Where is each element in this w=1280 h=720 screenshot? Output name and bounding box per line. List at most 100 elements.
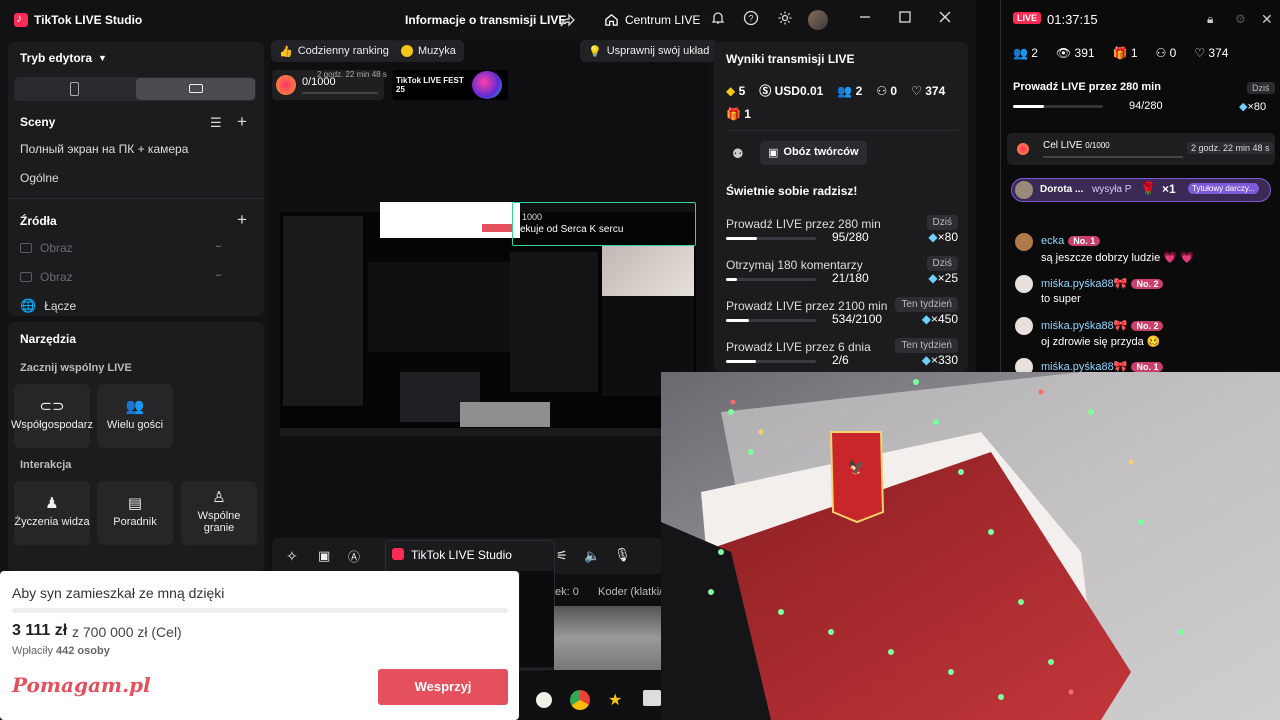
scene-item-1[interactable]: Полный экран на ПК + камера (20, 142, 188, 156)
speaker-icon[interactable]: 🔈 (584, 548, 600, 564)
usd-stat: Ⓢ USD0.01 (759, 84, 824, 98)
settings-gear-icon[interactable]: ⚙ (1235, 12, 1246, 26)
live-goal-card[interactable]: Cel LIVE 0/1000 2 godz. 22 min 48 s (1007, 133, 1275, 165)
landscape-icon (189, 84, 203, 93)
live-goal-widget[interactable]: 2 godz. 22 min 48 s 0/1000 (272, 70, 387, 100)
co-play-label: Wspólne granie (197, 510, 241, 534)
avatar (1015, 358, 1033, 372)
task-item[interactable]: Prowadź LIVE przez 2100 min Ten tydzień … (726, 297, 958, 326)
scene-item-2[interactable]: Ogólne (20, 171, 59, 185)
screen-capture-preview: ekuje od Serca K sercu 1000 (280, 202, 696, 436)
goal-progress-bar (302, 92, 378, 94)
divider (8, 198, 264, 199)
chat-user: miśka.pyśka88🎀 No. 2 (1041, 277, 1164, 290)
ai-icon[interactable]: Ⓐ (348, 548, 360, 565)
magic-icon[interactable]: ✧ (286, 548, 298, 565)
centrum-live-button[interactable]: Centrum LIVE (604, 12, 700, 27)
chat-user: miśka.pyśka88🎀 No. 1 (1041, 360, 1164, 372)
maximize-icon[interactable] (895, 10, 915, 30)
task-item[interactable]: Prowadź LIVE przez 6 dnia Ten tydzień 2/… (726, 338, 958, 367)
chat-message[interactable]: miśka.pyśka88🎀 No. 1 (1015, 358, 1275, 372)
chrome-icon[interactable] (570, 690, 590, 710)
chat-message[interactable]: ecka No. 1 są jeszcze dobrzy ludzie 💗 💗 (1015, 233, 1275, 267)
heart-icon (1017, 143, 1029, 155)
microphone-icon[interactable]: 🎙 (614, 547, 631, 563)
dollar-icon: Ⓢ (759, 84, 772, 98)
task-reward: ◆×80 (928, 230, 958, 244)
source-item-link[interactable]: 🌐 Łącze (20, 298, 76, 314)
donation-title: Aby syn zamieszkał ze mną dzięki (12, 585, 225, 601)
diamond-icon: ◆ (726, 83, 736, 98)
heart-icon (276, 75, 296, 95)
mixer-icon[interactable]: ⚟ (556, 548, 568, 564)
chat-message[interactable]: miśka.pyśka88🎀 No. 2 oj zdrowie się przyd… (1015, 317, 1275, 351)
guide-label: Poradnik (113, 516, 157, 528)
minimize-icon[interactable] (855, 10, 875, 30)
results-header: Wyniki transmisji LIVE (726, 52, 855, 66)
creators-camp-label: Obóz twórców (783, 146, 859, 158)
guide-button[interactable]: ▤ Poradnik (97, 481, 173, 545)
add-scene-icon[interactable]: + (237, 112, 247, 132)
stats-dropped: tek: 0 (552, 586, 579, 598)
camera-feed: 🦅 (661, 372, 1280, 720)
landscape-option[interactable] (136, 78, 255, 100)
donation-progress-bar (12, 608, 508, 613)
portrait-icon[interactable] (70, 82, 79, 96)
gift-banner[interactable]: Dorota ... wysyła P 🌹 ×1 Tytułowy darczy… (1011, 178, 1271, 202)
source-item-image-2[interactable]: Obraz (20, 270, 73, 284)
live-fest-banner[interactable]: TikTok LIVE FEST 25 (392, 70, 508, 100)
task-item[interactable]: Prowadź LIVE przez 280 min Dziś 95/280 ◆… (726, 215, 958, 244)
list-view-icon[interactable]: ☰ (210, 115, 222, 131)
source-item-image-1[interactable]: Obraz (20, 241, 73, 255)
task-reward: ◆×330 (921, 353, 958, 367)
help-icon[interactable]: ? (741, 10, 761, 30)
donation-raised: 3 111 zł (12, 622, 68, 639)
multi-guest-button[interactable]: 👥 Wielu gości (97, 384, 173, 448)
cohost-button[interactable]: ⊂⊃ Współgospodarz (11, 384, 93, 448)
task-progress: 95/280 (832, 230, 869, 244)
diamond-stat: ◆ 5 (726, 83, 746, 98)
orientation-toggle (14, 77, 256, 101)
close-icon[interactable]: ✕ (1261, 11, 1273, 28)
music-button[interactable]: Muzyka (393, 40, 464, 62)
app-icon-navigator[interactable] (534, 690, 554, 710)
media-icon[interactable]: ▣ (318, 548, 330, 564)
lock-icon[interactable]: 🔒︎ (1207, 12, 1213, 27)
chat-user: miśka.pyśka88🎀 No. 2 (1041, 319, 1164, 332)
support-button[interactable]: Wesprzyj (378, 669, 508, 705)
gift-action: wysyła P (1092, 184, 1132, 195)
close-icon[interactable] (935, 10, 955, 30)
co-play-button[interactable]: ♙ Wspólne granie (181, 481, 257, 545)
box-app-icon[interactable] (643, 690, 661, 706)
gift-tag: Tytułowy darczy... (1188, 183, 1259, 194)
eye-hidden-icon[interactable]: ⌣ (215, 269, 222, 282)
person-settings-icon[interactable]: ⚉ (732, 146, 744, 162)
task-progress: 534/2100 (832, 312, 883, 326)
follows-stat: ⚇ 0 (1155, 46, 1177, 60)
task-item[interactable]: Otrzymaj 180 komentarzy Dziś 21/180 ◆×25 (726, 256, 958, 285)
bell-icon[interactable] (708, 10, 728, 30)
user-avatar[interactable] (808, 10, 828, 30)
views-stat: 👁 391 (1055, 46, 1095, 60)
daily-ranking-label: Codzienny ranking (297, 45, 389, 57)
goal-label: Cel LIVE 0/1000 (1043, 140, 1110, 151)
task-progress-bar (726, 360, 816, 363)
share-icon[interactable] (560, 12, 576, 31)
scenes-header: Sceny (20, 115, 56, 129)
add-source-icon[interactable]: + (237, 210, 247, 230)
source-label: Obraz (40, 270, 73, 284)
lightbulb-icon: 💡 (588, 45, 602, 58)
improve-layout-button[interactable]: 💡 Usprawnij swój układ (580, 40, 718, 62)
chat-message[interactable]: miśka.pyśka88🎀 No. 2 to super (1015, 275, 1275, 309)
stream-info-title[interactable]: Informacje o transmisji LIVE (405, 13, 566, 27)
live-fest-label: TikTok LIVE FEST 25 (396, 76, 464, 94)
editor-mode-dropdown[interactable]: Tryb edytora ▼ (20, 51, 107, 65)
creators-camp-button[interactable]: ▣ Obóz twórców (760, 141, 867, 165)
daily-ranking-button[interactable]: 👍 Codzienny ranking (271, 40, 397, 62)
star-app-icon[interactable]: ★ (608, 690, 622, 710)
svg-text:?: ? (748, 14, 753, 24)
eye-hidden-icon[interactable]: ⌣ (215, 240, 222, 253)
rose-icon: 🌹 (1140, 181, 1157, 196)
viewer-wishes-button[interactable]: ♟ Życzenia widza (14, 481, 90, 545)
settings-gear-icon[interactable] (775, 10, 795, 30)
